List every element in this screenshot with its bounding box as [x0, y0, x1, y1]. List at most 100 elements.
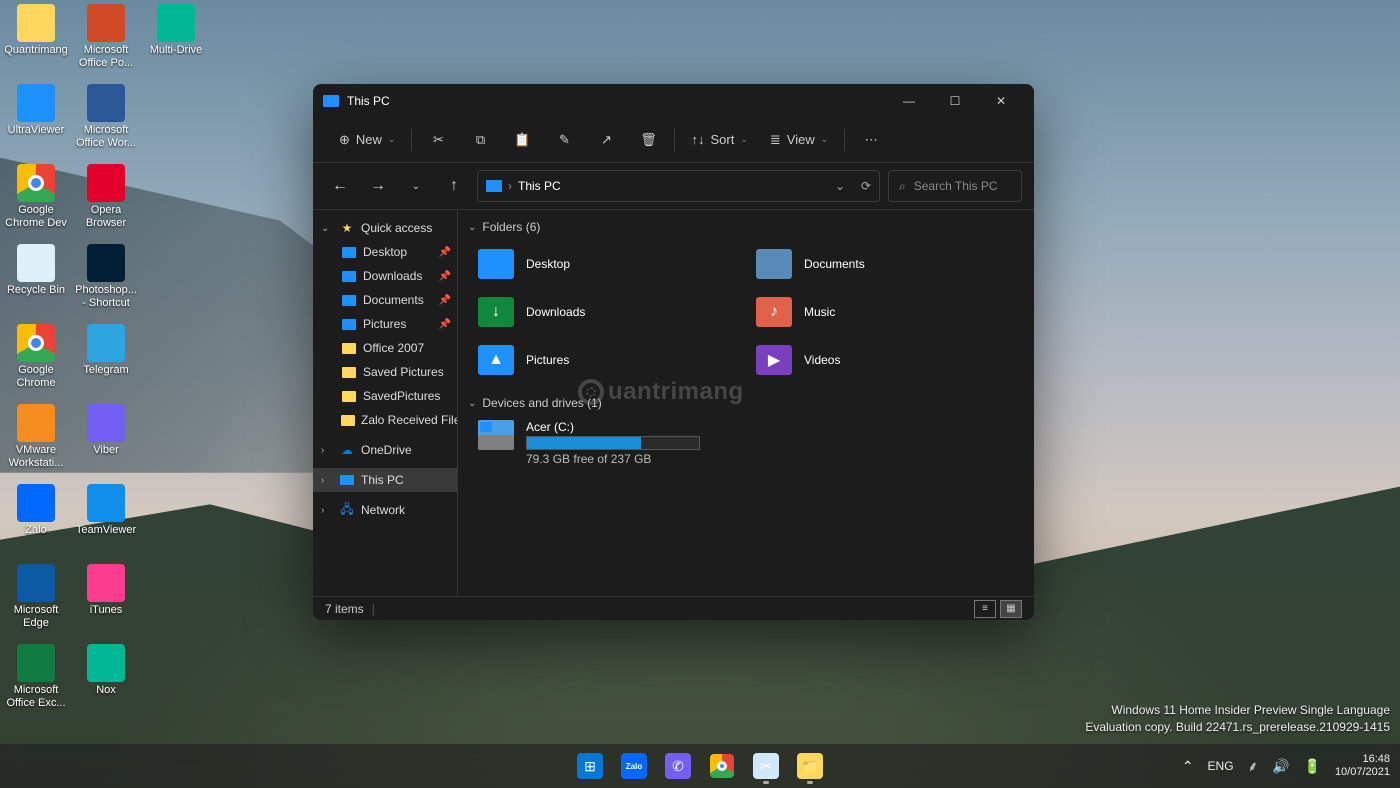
- clock[interactable]: 16:48 10/07/2021: [1335, 753, 1390, 779]
- folder-desktop[interactable]: Desktop: [476, 242, 746, 286]
- volume-icon[interactable]: 🔊: [1272, 758, 1289, 775]
- content-pane[interactable]: ⌄ Folders (6) Desktop Documents ↓Downloads…: [458, 210, 1034, 596]
- view-label: View: [787, 132, 815, 147]
- nav-item-documents[interactable]: Documents📌: [313, 288, 457, 312]
- search-input[interactable]: ⌕ Search This PC: [888, 170, 1022, 202]
- folder-label: Documents: [804, 257, 865, 271]
- desktop-icon-google-chrome[interactable]: Google Chrome: [2, 324, 70, 390]
- nav-item-savedpictures[interactable]: SavedPictures: [313, 384, 457, 408]
- share-button[interactable]: ↗: [586, 123, 626, 157]
- nav-item-pictures[interactable]: Pictures📌: [313, 312, 457, 336]
- desktop-icon-photoshop-shortcut[interactable]: Photoshop... - Shortcut: [72, 244, 140, 310]
- folder-music[interactable]: ♪Music: [754, 290, 1024, 334]
- copy-button[interactable]: ⧉: [460, 123, 500, 157]
- chevron-down-icon: ⌄: [821, 134, 829, 145]
- folder-icon: [341, 365, 357, 379]
- drive-c[interactable]: Acer (C:) 79.3 GB free of 237 GB: [468, 414, 1024, 472]
- maximize-button[interactable]: ☐: [932, 84, 978, 117]
- taskbar-explorer[interactable]: 📁: [790, 746, 830, 786]
- address-bar[interactable]: › This PC ⌄ ⟳: [477, 170, 880, 202]
- nav-item-downloads[interactable]: Downloads📌: [313, 264, 457, 288]
- desktop-icon-microsoft-office-wor-[interactable]: Microsoft Office Wor...: [72, 84, 140, 150]
- desktop-icon-ultraviewer[interactable]: UltraViewer: [2, 84, 70, 137]
- sort-button[interactable]: ↑↓ Sort ⌄: [681, 123, 757, 157]
- desktop-icon-label: Telegram: [83, 364, 128, 377]
- chrome-icon: [710, 754, 734, 778]
- this-pc-icon: [486, 180, 502, 192]
- minimize-button[interactable]: ―: [886, 84, 932, 117]
- taskbar[interactable]: ⊞Zalo✆ ✂📁 ⌃ ENG ⸙ 🔊 🔋 16:48 10/07/2021: [0, 744, 1400, 788]
- cut-icon: ✂: [433, 132, 444, 148]
- copy-icon: ⧉: [476, 132, 485, 148]
- desktop-icon-microsoft-office-exc-[interactable]: Microsoft Office Exc...: [2, 644, 70, 710]
- nav-item-zalo-received-files[interactable]: Zalo Received Files: [313, 408, 457, 432]
- chevron-down-icon: ⌄: [321, 223, 333, 234]
- this-pc-icon: [323, 95, 339, 107]
- onedrive-item[interactable]: › ☁ OneDrive: [313, 438, 457, 462]
- address-dropdown[interactable]: ⌄: [835, 179, 845, 193]
- tray-chevron-icon[interactable]: ⌃: [1182, 758, 1194, 775]
- desktop-icon-microsoft-office-po-[interactable]: Microsoft Office Po...: [72, 4, 140, 70]
- breadcrumb-location[interactable]: This PC: [518, 179, 561, 193]
- folder-downloads[interactable]: ↓Downloads: [476, 290, 746, 334]
- details-view-button[interactable]: ≡: [974, 600, 996, 618]
- desktop-icon-vmware-workstati-[interactable]: VMware Workstati...: [2, 404, 70, 470]
- separator: |: [372, 602, 375, 616]
- desktop-icon-viber[interactable]: Viber: [72, 404, 140, 457]
- desktop-icon-recycle-bin[interactable]: Recycle Bin: [2, 244, 70, 297]
- folder-label: Pictures: [526, 353, 569, 367]
- taskbar-snip[interactable]: ✂: [746, 746, 786, 786]
- back-button[interactable]: ←: [325, 171, 355, 201]
- folders-group-header[interactable]: ⌄ Folders (6): [468, 216, 1024, 238]
- titlebar[interactable]: This PC ― ☐ ✕: [313, 84, 1034, 117]
- desktop-icon-microsoft-edge[interactable]: Microsoft Edge: [2, 564, 70, 630]
- folder-documents[interactable]: Documents: [754, 242, 1024, 286]
- quick-access-label: Quick access: [361, 221, 432, 235]
- delete-button[interactable]: 🗑: [628, 123, 668, 157]
- network-item[interactable]: › 🖧 Network: [313, 498, 457, 522]
- rename-button[interactable]: ✎: [544, 123, 584, 157]
- this-pc-item[interactable]: › This PC: [313, 468, 457, 492]
- desktop-icon-opera-browser[interactable]: Opera Browser: [72, 164, 140, 230]
- battery-icon[interactable]: 🔋: [1304, 758, 1321, 775]
- nav-item-desktop[interactable]: Desktop📌: [313, 240, 457, 264]
- desktop-icon-label: Zalo: [25, 524, 46, 537]
- desktop-icon-zalo[interactable]: Zalo: [2, 484, 70, 537]
- app-icon: [87, 564, 125, 602]
- taskbar-viber[interactable]: ✆: [658, 746, 698, 786]
- view-button[interactable]: ≣ View ⌄: [760, 123, 838, 157]
- desktop-icon-teamviewer[interactable]: TeamViewer: [72, 484, 140, 537]
- desktop-icon-telegram[interactable]: Telegram: [72, 324, 140, 377]
- desktop-icon-label: Opera Browser: [72, 204, 140, 230]
- wifi-icon[interactable]: ⸙: [1248, 757, 1259, 776]
- folder-pictures[interactable]: ▲Pictures: [476, 338, 746, 382]
- desktop-icon-nox[interactable]: Nox: [72, 644, 140, 697]
- drive-capacity-bar: [526, 436, 700, 450]
- folder-label: Videos: [804, 353, 840, 367]
- nav-item-office-2007[interactable]: Office 2007: [313, 336, 457, 360]
- desktop-icon-itunes[interactable]: iTunes: [72, 564, 140, 617]
- recent-button[interactable]: ⌄: [401, 171, 431, 201]
- tiles-view-button[interactable]: ▦: [1000, 600, 1022, 618]
- nav-item-saved-pictures[interactable]: Saved Pictures: [313, 360, 457, 384]
- language-indicator[interactable]: ENG: [1208, 759, 1234, 773]
- more-button[interactable]: ⋯: [851, 123, 891, 157]
- desktop-icon-google-chrome-dev[interactable]: Google Chrome Dev: [2, 164, 70, 230]
- sort-icon: ↑↓: [691, 132, 704, 147]
- desktop-icon-quantrimang[interactable]: Quantrimang: [2, 4, 70, 57]
- new-button[interactable]: ⊕ New ⌄: [329, 123, 405, 157]
- refresh-button[interactable]: ⟳: [861, 179, 871, 193]
- close-button[interactable]: ✕: [978, 84, 1024, 117]
- desktop-icon-multi-drive[interactable]: Multi-Drive: [142, 4, 210, 57]
- up-button[interactable]: ↑: [439, 171, 469, 201]
- paste-button[interactable]: 📋: [502, 123, 542, 157]
- forward-button[interactable]: →: [363, 171, 393, 201]
- taskbar-start[interactable]: ⊞: [570, 746, 610, 786]
- folder-videos[interactable]: ▶Videos: [754, 338, 1024, 382]
- drives-group-header[interactable]: ⌄ Devices and drives (1): [468, 392, 1024, 414]
- cut-button[interactable]: ✂: [418, 123, 458, 157]
- search-placeholder: Search This PC: [914, 179, 998, 193]
- taskbar-zalo[interactable]: Zalo: [614, 746, 654, 786]
- taskbar-chrome[interactable]: [702, 746, 742, 786]
- quick-access-header[interactable]: ⌄ ★ Quick access: [313, 216, 457, 240]
